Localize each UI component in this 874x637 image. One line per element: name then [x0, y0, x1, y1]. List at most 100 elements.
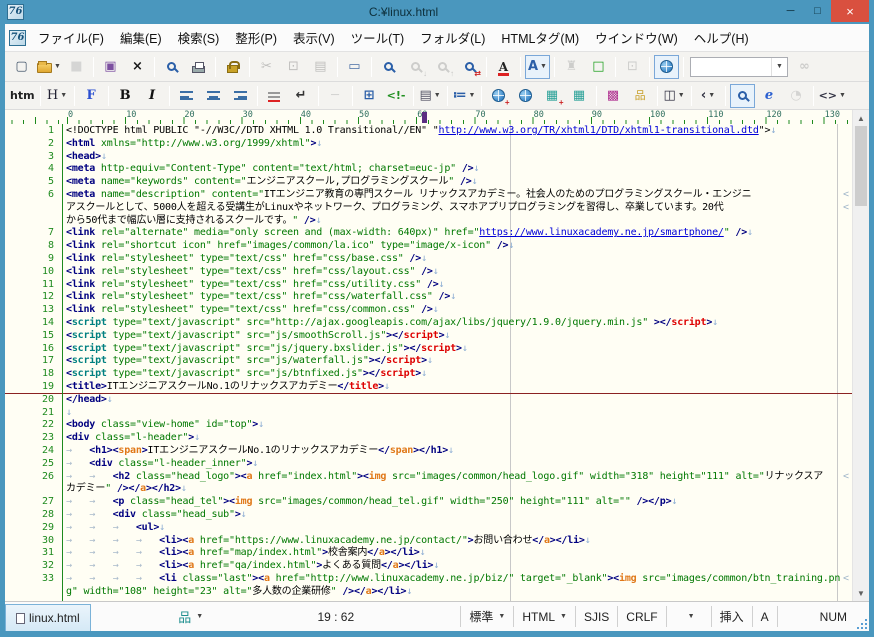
font-button[interactable]: F: [79, 84, 104, 108]
search-combobox-dropdown[interactable]: ▼: [771, 58, 787, 76]
document-tab[interactable]: linux.html: [5, 604, 91, 631]
eol-mark: ↓: [194, 432, 200, 443]
new-file-button[interactable]: ▢: [9, 55, 34, 79]
dropdown-caret[interactable]: ▼: [60, 92, 67, 99]
linebreak-indicator[interactable]: CRLF: [618, 602, 665, 631]
save-as-button[interactable]: ▣: [98, 55, 123, 79]
spell-check-button[interactable]: A▼: [525, 55, 550, 79]
scroll-down-arrow[interactable]: ▼: [853, 585, 869, 601]
menu-item-4[interactable]: 表示(V): [285, 24, 343, 51]
menu-item-9[interactable]: ヘルプ(H): [686, 24, 757, 51]
palette-button[interactable]: ▩: [601, 84, 626, 108]
scroll-thumb[interactable]: [855, 126, 867, 206]
red-underline-button[interactable]: [262, 84, 287, 108]
dropdown-caret[interactable]: ▼: [540, 63, 547, 70]
font-color-button[interactable]: A: [491, 55, 516, 79]
italic-button[interactable]: I: [140, 84, 165, 108]
heading-button[interactable]: H▼: [45, 84, 70, 108]
add-link-button[interactable]: +: [486, 84, 511, 108]
resize-grip[interactable]: [855, 602, 869, 631]
bold-button[interactable]: B: [113, 84, 138, 108]
print-preview-icon: [167, 62, 176, 71]
line-break-button[interactable]: ↵: [289, 84, 314, 108]
back-button[interactable]: ‹▼: [696, 84, 721, 108]
line-number: 31: [5, 547, 61, 560]
dropdown-caret[interactable]: ▼: [678, 92, 685, 99]
tag-list-button[interactable]: <>▼: [818, 84, 847, 108]
image-button[interactable]: ▦: [567, 84, 592, 108]
dropdown-caret[interactable]: ▼: [839, 92, 846, 99]
search-button[interactable]: [376, 55, 401, 79]
print-button[interactable]: [186, 55, 211, 79]
comment-button[interactable]: <!-: [384, 84, 409, 108]
mode-select[interactable]: 標準▼: [461, 602, 513, 631]
extra-select[interactable]: ▼: [667, 602, 711, 631]
line-number: 30: [5, 535, 61, 548]
gutter-separator: [62, 124, 63, 601]
link-button[interactable]: [513, 84, 538, 108]
font-icon: F: [86, 89, 95, 102]
align-right-button[interactable]: [228, 84, 253, 108]
add-image-button[interactable]: ▦+: [540, 84, 565, 108]
list-button[interactable]: ≔▼: [452, 84, 477, 108]
code-row: 18<script type="text/javascript" src="js…: [5, 368, 852, 381]
site-tree-button[interactable]: 品: [628, 84, 653, 108]
lock-button[interactable]: [220, 55, 245, 79]
frame-button[interactable]: ◫▼: [662, 84, 687, 108]
window-list-icon: ⊡: [627, 60, 638, 73]
htm-tag-button[interactable]: htm: [9, 84, 36, 108]
scroll-track[interactable]: [853, 126, 869, 585]
menu-item-0[interactable]: ファイル(F): [30, 24, 112, 51]
align-left-button[interactable]: [174, 84, 199, 108]
full-screen-button[interactable]: □: [586, 55, 611, 79]
browser-globe-button[interactable]: [654, 55, 679, 79]
scroll-up-arrow[interactable]: ▲: [853, 110, 869, 126]
menu-item-5[interactable]: ツール(T): [343, 24, 412, 51]
menu-item-7[interactable]: HTMLタグ(M): [493, 24, 587, 51]
text-region[interactable]: 0102030405060708090100110120130 1<!DOCTY…: [5, 110, 852, 601]
form-parts-button[interactable]: ▤▼: [418, 84, 443, 108]
encoding-indicator[interactable]: SJIS: [576, 602, 617, 631]
dropdown-caret[interactable]: ▼: [708, 92, 715, 99]
code-text: g" width="108" height="23" alt="多人数の企業研修…: [61, 586, 412, 599]
close-file-button[interactable]: ×: [125, 55, 150, 79]
open-file-button[interactable]: ▼: [36, 55, 62, 79]
dropdown-caret[interactable]: ▼: [469, 92, 476, 99]
char-mode-indicator[interactable]: A: [753, 602, 777, 631]
preview-button[interactable]: [730, 84, 755, 108]
menu-item-2[interactable]: 検索(S): [170, 24, 228, 51]
maximize-button[interactable]: □: [804, 0, 831, 22]
vertical-scrollbar[interactable]: ▲ ▼: [852, 110, 869, 601]
ie-browser-button[interactable]: e: [757, 84, 782, 108]
dropdown-caret[interactable]: ▼: [54, 63, 61, 70]
font-color-icon: A: [499, 61, 508, 73]
replace-button[interactable]: ⇄: [457, 55, 482, 79]
dropdown-caret[interactable]: ▼: [434, 92, 441, 99]
window-list-button: ⊡: [620, 55, 645, 79]
line-number: 32: [5, 560, 61, 573]
toolbar-separator: [40, 86, 41, 106]
document-tree-button[interactable]: 品▼: [170, 602, 211, 631]
num-lock-indicator: NUM: [812, 602, 855, 631]
minimize-button[interactable]: ─: [777, 0, 804, 22]
code-editor[interactable]: 0102030405060708090100110120130 1<!DOCTY…: [5, 110, 869, 601]
print-preview-button[interactable]: [159, 55, 184, 79]
menu-item-1[interactable]: 編集(E): [112, 24, 170, 51]
align-center-button[interactable]: [201, 84, 226, 108]
menu-item-6[interactable]: フォルダ(L): [412, 24, 493, 51]
search-combobox-input[interactable]: [691, 59, 771, 75]
table-button[interactable]: ⊞: [357, 84, 382, 108]
code-text: → → → → <li class="last"><a href="http:/…: [61, 573, 840, 586]
code-text: → → → <ul>↓: [61, 522, 165, 535]
close-button[interactable]: ×: [831, 0, 869, 22]
code-row: 12<link rel="stylesheet" type="text/css"…: [5, 291, 852, 304]
code-text: アスクールとして、5000人を超える受講生がLinuxやネットワーク、プログラミ…: [61, 202, 724, 215]
menu-item-3[interactable]: 整形(P): [227, 24, 285, 51]
eol-mark: ↓: [101, 151, 107, 162]
command-bar-button[interactable]: ▭: [342, 55, 367, 79]
search-combobox[interactable]: ▼: [690, 57, 788, 77]
doctype-select[interactable]: HTML▼: [514, 602, 575, 631]
menu-item-8[interactable]: ウインドウ(W): [587, 24, 686, 51]
insert-mode-indicator[interactable]: 挿入: [712, 602, 752, 631]
code-row: 25→ <div class="l-header_inner">↓: [5, 458, 852, 471]
